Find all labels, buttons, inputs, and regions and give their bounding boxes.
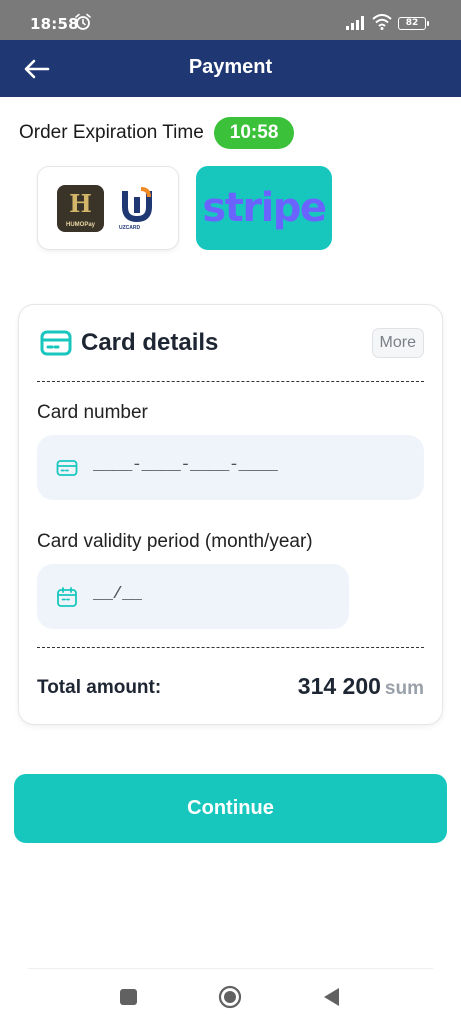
status-bar: 18:58 82 — [0, 0, 461, 40]
status-time: 18:58 — [30, 15, 79, 33]
total-amount-number: 314 200 — [297, 673, 381, 699]
calendar-icon — [57, 587, 77, 607]
card-details-title: Card details — [81, 329, 219, 356]
divider — [37, 381, 424, 382]
validity-label: Card validity period (month/year) — [37, 531, 313, 552]
total-amount-value: 314 200 sum — [298, 673, 424, 700]
payment-methods: H HUMOPay UZCARD stripe — [37, 166, 332, 250]
uzcard-logo: UZCARD — [119, 187, 153, 231]
total-amount-label: Total amount: — [37, 677, 162, 698]
battery-icon: 82 — [398, 17, 429, 30]
validity-placeholder: __/__ — [93, 585, 142, 604]
credit-card-icon — [56, 460, 78, 476]
order-expiration: Order Expiration Time 10:58 — [19, 117, 295, 149]
card-number-placeholder: ____-____-____-____ — [93, 456, 278, 475]
currency-label: sum — [384, 678, 424, 699]
card-validity-input[interactable]: __/__ — [37, 564, 349, 629]
continue-button[interactable]: Continue — [14, 774, 447, 843]
wifi-icon — [372, 14, 392, 30]
more-button[interactable]: More — [371, 328, 424, 358]
page-title: Payment — [188, 56, 273, 78]
card-details-panel: Card details More Card number ____-____-… — [18, 304, 443, 725]
stripe-logo: stripe — [202, 185, 327, 231]
expiration-timer-badge: 10:58 — [213, 117, 295, 149]
credit-card-icon — [40, 330, 72, 356]
recent-apps-icon[interactable] — [120, 989, 137, 1005]
home-icon[interactable] — [218, 985, 242, 1009]
humopay-logo: H HUMOPay — [57, 185, 104, 232]
signal-icon — [346, 16, 364, 30]
stripe-method-card[interactable]: stripe — [196, 166, 332, 250]
alarm-icon — [75, 13, 91, 30]
expiration-label: Order Expiration Time — [19, 122, 204, 143]
back-triangle-icon[interactable] — [322, 987, 340, 1007]
humo-uzcard-method-card[interactable]: H HUMOPay UZCARD — [37, 166, 179, 250]
app-bar: Payment — [0, 40, 461, 97]
card-number-label: Card number — [37, 402, 148, 423]
divider — [37, 647, 424, 648]
card-number-input[interactable]: ____-____-____-____ — [37, 435, 424, 500]
system-nav-bar — [28, 968, 433, 1024]
